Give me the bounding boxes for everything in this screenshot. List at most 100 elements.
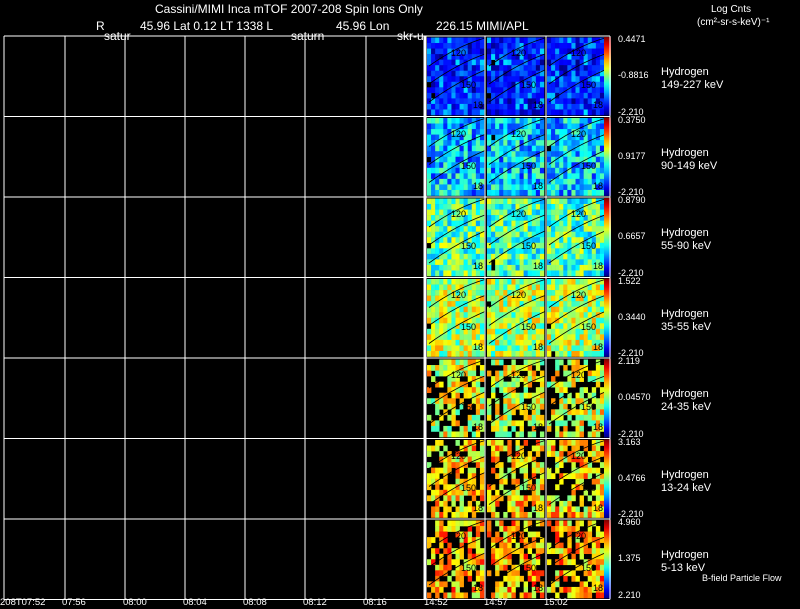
row-energy-label: 35-55 keV — [661, 320, 712, 333]
heatmap-cell — [439, 259, 444, 266]
heatmap-cell — [439, 129, 444, 135]
heatmap-cell — [591, 204, 597, 210]
heatmap-cell — [523, 345, 529, 352]
heatmap-cell — [443, 145, 448, 152]
heatmap-cell — [475, 284, 481, 291]
heatmap-cell — [599, 87, 605, 94]
heatmap-cell — [587, 350, 593, 357]
heatmap-cell — [551, 37, 556, 44]
heatmap-cell — [459, 520, 464, 527]
heatmap-cell — [523, 581, 529, 588]
heatmap-cell — [475, 123, 481, 130]
heatmap-cell — [587, 511, 593, 518]
heatmap-cell — [487, 98, 492, 105]
heatmap-cell — [591, 542, 597, 549]
heatmap-cell — [427, 270, 432, 277]
heatmap-cell — [451, 520, 456, 527]
heatmap-cell — [511, 248, 516, 255]
heatmap-cell — [515, 198, 520, 205]
heatmap-cell — [479, 123, 485, 130]
heatmap-cell — [503, 284, 508, 291]
heatmap-cell — [539, 92, 545, 99]
heatmap-cell — [599, 173, 605, 180]
heatmap-cell — [519, 37, 524, 44]
heatmap-cell — [563, 431, 568, 438]
heatmap-cell — [599, 301, 605, 307]
heatmap-cell — [499, 290, 504, 296]
heatmap-cell — [587, 109, 593, 116]
heatmap-cell — [575, 312, 580, 319]
heatmap-cell — [599, 564, 605, 571]
heatmap-cell — [539, 167, 545, 174]
heatmap-cell — [427, 215, 432, 221]
info-lon: 45.96 Lon — [336, 19, 390, 33]
heatmap-cell — [515, 184, 520, 191]
heatmap-cell — [431, 162, 436, 169]
heatmap-cell — [599, 237, 605, 244]
heatmap-cell — [527, 145, 533, 152]
heatmap-cell — [563, 145, 568, 152]
heatmap-cell — [455, 553, 460, 560]
heatmap-cell — [443, 526, 448, 532]
heatmap-cell — [583, 279, 589, 285]
heatmap-cell — [579, 118, 584, 124]
heatmap-cell — [583, 306, 589, 313]
heatmap-cell — [515, 575, 520, 582]
heatmap-cell — [467, 92, 473, 99]
heatmap-cell — [555, 484, 560, 491]
heatmap-cell — [431, 323, 436, 330]
heatmap-cell — [579, 511, 584, 518]
heatmap-cell — [595, 167, 601, 174]
contour-label: 150 — [461, 402, 477, 412]
heatmap-cell — [435, 570, 440, 577]
heatmap-cell — [515, 103, 520, 110]
heatmap-cell — [495, 445, 500, 452]
heatmap-cell — [535, 489, 541, 496]
heatmap-cell — [559, 145, 564, 152]
heatmap-cell — [599, 370, 605, 377]
heatmap-cell — [491, 284, 496, 291]
heatmap-cell — [467, 531, 473, 538]
heatmap-cell — [531, 129, 537, 135]
heatmap-cell — [567, 118, 572, 124]
heatmap-cell — [567, 520, 572, 527]
heatmap-cell — [503, 253, 508, 260]
heatmap-cell — [523, 553, 529, 560]
heatmap-cell — [547, 48, 552, 55]
heatmap-cell — [599, 592, 605, 599]
heatmap-cell — [475, 156, 481, 163]
heatmap-cell — [547, 334, 552, 341]
heatmap-cell — [595, 323, 601, 330]
heatmap-cell — [427, 339, 432, 346]
heatmap-cell — [563, 306, 568, 313]
heatmap-cell — [443, 467, 448, 474]
heatmap-cell — [547, 109, 552, 116]
colorbar-mid-label: 1.375 — [618, 553, 641, 564]
heatmap-cell — [583, 270, 589, 277]
row-energy-label: 90-149 keV — [661, 159, 718, 172]
heatmap-cell — [503, 173, 508, 180]
heatmap-cell — [439, 511, 444, 518]
heatmap-cell — [507, 259, 512, 266]
heatmap-cell — [475, 248, 481, 255]
heatmap-cell — [563, 198, 568, 205]
heatmap-cell — [499, 237, 504, 244]
heatmap-cell — [503, 586, 508, 593]
contour-label: 120 — [571, 209, 587, 219]
heatmap-cell — [455, 570, 460, 577]
heatmap-cell — [455, 409, 460, 416]
heatmap-cell — [523, 414, 529, 421]
heatmap-cell — [587, 253, 593, 260]
heatmap-cell — [599, 495, 605, 502]
heatmap-cell — [455, 328, 460, 335]
heatmap-cell — [595, 162, 601, 169]
heatmap-cell — [555, 198, 560, 205]
heatmap-cell — [539, 387, 545, 394]
heatmap-cell — [467, 145, 473, 152]
heatmap-cell — [487, 48, 492, 55]
heatmap-cell — [539, 43, 545, 49]
heatmap-cell — [551, 409, 556, 416]
heatmap-cell — [455, 420, 460, 427]
heatmap-cell — [591, 431, 597, 438]
heatmap-cell — [575, 184, 580, 191]
